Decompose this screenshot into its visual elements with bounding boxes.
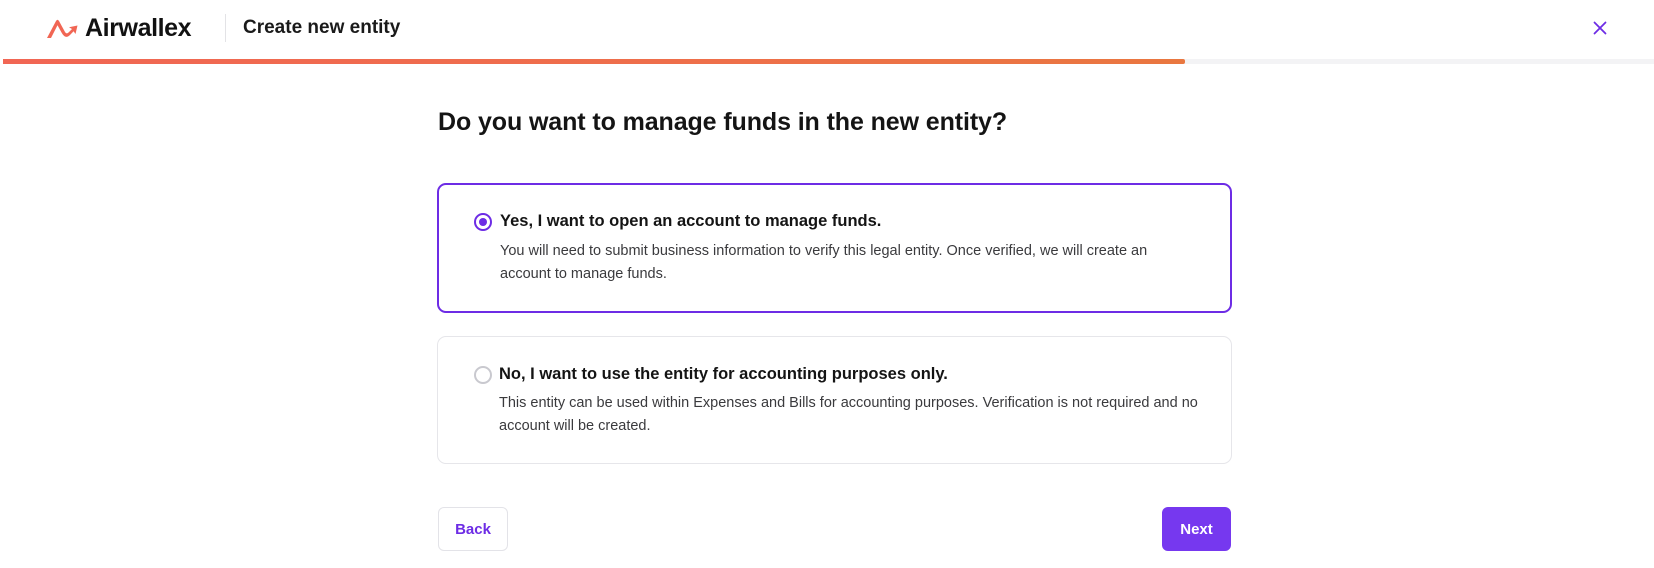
progress-bar <box>3 59 1654 64</box>
top-bar: Airwallex Create new entity <box>0 0 1654 58</box>
option-description: You will need to submit business informa… <box>500 243 1148 282</box>
back-button[interactable]: Back <box>438 507 508 551</box>
header-divider <box>225 14 226 42</box>
radio-accounting-only[interactable] <box>474 366 492 384</box>
progress-bar-fill <box>3 59 1186 64</box>
brand-name: Airwallex <box>85 14 192 42</box>
option-description: This entity can be used within Expenses … <box>499 395 1198 434</box>
close-button[interactable] <box>1588 16 1612 40</box>
radio-selected-dot <box>479 218 487 226</box>
option-title: Yes, I want to open an account to manage… <box>500 212 882 230</box>
question-heading: Do you want to manage funds in the new e… <box>438 108 1008 136</box>
close-icon <box>1593 21 1607 35</box>
option-accounting-only[interactable]: No, I want to use the entity for account… <box>437 336 1232 464</box>
option-manage-funds[interactable]: Yes, I want to open an account to manage… <box>437 183 1232 313</box>
page-title: Create new entity <box>243 17 401 38</box>
next-button[interactable]: Next <box>1162 507 1231 551</box>
option-title: No, I want to use the entity for account… <box>499 365 948 383</box>
airwallex-logo-icon <box>47 19 78 38</box>
brand[interactable]: Airwallex <box>45 14 192 43</box>
radio-manage-funds[interactable] <box>474 213 492 231</box>
